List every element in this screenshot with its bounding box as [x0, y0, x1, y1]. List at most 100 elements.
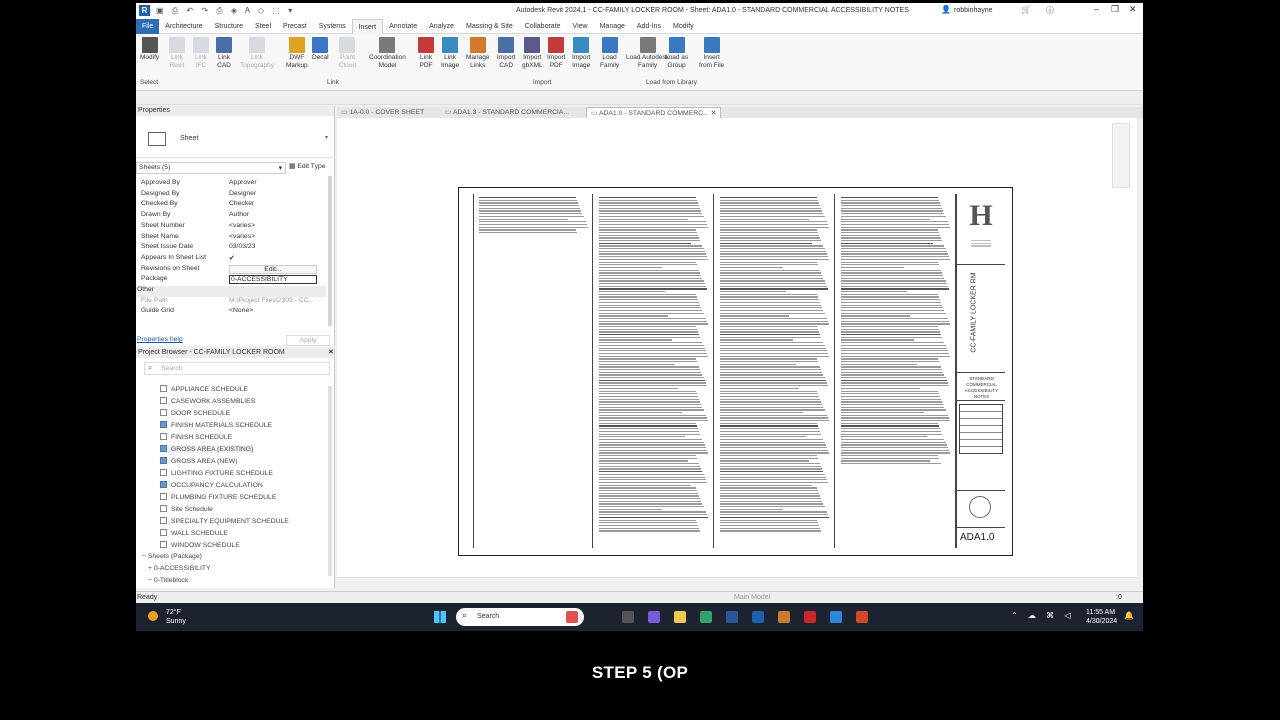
- tab-add-ins[interactable]: Add-Ins: [631, 19, 667, 34]
- link-revit-button[interactable]: Link Revit: [169, 37, 185, 69]
- browser-item[interactable]: SPECIALTY EQUIPMENT SCHEDULE: [160, 517, 289, 525]
- browser-item[interactable]: GROSS AREA (EXISTING): [160, 445, 254, 453]
- tab-insert[interactable]: Insert: [351, 18, 384, 34]
- property-row[interactable]: Checked By Checker: [136, 200, 326, 211]
- tab-architecture[interactable]: Architecture: [159, 19, 208, 34]
- tab-annotate[interactable]: Annotate: [383, 19, 423, 34]
- tab-file[interactable]: File: [136, 18, 160, 34]
- property-value[interactable]: 0-ACCESSIBILITY: [229, 275, 317, 285]
- property-value[interactable]: Checker: [229, 200, 254, 207]
- browser-group[interactable]: − 0-Titleblock: [148, 577, 188, 584]
- user-icon[interactable]: 👤: [941, 5, 951, 14]
- active-model[interactable]: Main Model: [734, 594, 770, 601]
- property-row[interactable]: Appears In Sheet List ✔: [136, 254, 326, 265]
- import-gbxml-button[interactable]: Import gbXML: [522, 37, 543, 69]
- browser-item[interactable]: WINDOW SCHEDULE: [160, 541, 240, 549]
- property-value[interactable]: M:\Project Files\2309 - CC...: [229, 297, 314, 304]
- property-value[interactable]: ✔: [229, 254, 235, 262]
- browser-item[interactable]: LIGHTING FIXTURE SCHEDULE: [160, 469, 273, 477]
- acrobat-icon[interactable]: [804, 611, 816, 623]
- instance-selector[interactable]: Sheets (5) ▾: [136, 162, 286, 174]
- tab-precast[interactable]: Precast: [277, 19, 313, 34]
- quick-access-toolbar[interactable]: ▣ ⎙ ↶ ↷ ⎙ ◈ A ◇ ⬚ ▾: [156, 6, 295, 16]
- browser-search[interactable]: ⌕ Search: [144, 362, 330, 375]
- tab-structure[interactable]: Structure: [209, 19, 249, 34]
- minimize-icon[interactable]: –: [1094, 4, 1099, 14]
- property-row[interactable]: Sheet Issue Date 03/03/23: [136, 243, 326, 254]
- link-cad-button[interactable]: Link CAD: [216, 37, 232, 69]
- search-input[interactable]: Search: [161, 365, 183, 372]
- chrome-icon[interactable]: [700, 611, 712, 623]
- insert-from-file-button[interactable]: Insert from File: [699, 37, 724, 69]
- manage-links-button[interactable]: Manage Links: [466, 37, 490, 69]
- taskbar-search[interactable]: ⌕ Search: [456, 608, 584, 626]
- type-selector[interactable]: Sheet ▾: [136, 118, 333, 158]
- tab-manage[interactable]: Manage: [594, 19, 631, 34]
- modify-button[interactable]: Modify: [140, 37, 159, 62]
- browser-item[interactable]: FINISH SCHEDULE: [160, 433, 232, 441]
- property-row[interactable]: Other: [136, 286, 326, 297]
- browser-item[interactable]: DOOR SCHEDULE: [160, 409, 230, 417]
- browser-close-icon[interactable]: ✕: [328, 348, 334, 356]
- property-value[interactable]: 03/03/23: [229, 243, 255, 250]
- browser-item[interactable]: CASEWORK ASSEMBLIES: [160, 397, 255, 405]
- property-value[interactable]: Approver: [229, 179, 257, 186]
- link-image-button[interactable]: Link Image: [441, 37, 459, 69]
- browser-item[interactable]: Site Schedule: [160, 505, 213, 513]
- weather-icon[interactable]: [148, 611, 158, 621]
- property-row[interactable]: Package 0-ACCESSIBILITY: [136, 275, 326, 286]
- import-image-button[interactable]: Import Image: [572, 37, 590, 69]
- tab-massing-site[interactable]: Massing & Site: [460, 19, 519, 34]
- dwf-markup-button[interactable]: DWF Markup: [286, 37, 308, 69]
- tab-close-icon[interactable]: ✕: [711, 110, 717, 117]
- property-row[interactable]: Approved By Approver: [136, 179, 326, 190]
- link-topography-button[interactable]: Link Topography: [240, 37, 274, 69]
- clock-time[interactable]: 11:55 AM: [1086, 609, 1115, 616]
- property-row[interactable]: Drawn By Author: [136, 211, 326, 222]
- sheet[interactable]: H CC-FAMILY LOCKER RM STANDARD COMMERCIA…: [458, 187, 1013, 556]
- notification-icon[interactable]: 🔔: [1124, 611, 1134, 620]
- property-value[interactable]: <None>: [229, 307, 253, 314]
- browser-item[interactable]: OCCUPANCY CALCULATION: [160, 481, 263, 489]
- cart-icon[interactable]: 🛒: [1021, 5, 1031, 14]
- tab-view[interactable]: View: [567, 19, 594, 34]
- link-pdf-button[interactable]: Link PDF: [418, 37, 434, 69]
- close-icon[interactable]: ✕: [1129, 4, 1137, 15]
- help-icon[interactable]: ⓘ: [1046, 5, 1054, 16]
- canvas-scrollbar-h[interactable]: [337, 577, 1137, 587]
- edit-type-button[interactable]: ▦ Edit Type: [289, 162, 326, 170]
- browser-group[interactable]: − Sheets (Package): [142, 553, 202, 560]
- property-value[interactable]: <varies>: [229, 233, 255, 240]
- import-pdf-button[interactable]: Import PDF: [547, 37, 565, 69]
- property-value[interactable]: <varies>: [229, 222, 255, 229]
- property-row[interactable]: Revisions on Sheet Edit...: [136, 264, 326, 276]
- tab-systems[interactable]: Systems: [313, 19, 352, 34]
- tab-analyze[interactable]: Analyze: [423, 19, 460, 34]
- browser-group[interactable]: + 0-ACCESSIBILITY: [148, 565, 211, 572]
- property-row[interactable]: Sheet Name <varies>: [136, 233, 326, 244]
- tab-steel[interactable]: Steel: [249, 19, 277, 34]
- navigation-bar[interactable]: [1112, 123, 1130, 188]
- property-value[interactable]: Designer: [229, 190, 256, 197]
- file-explorer-icon[interactable]: [674, 611, 686, 623]
- task-view-icon[interactable]: [622, 611, 634, 623]
- browser-item[interactable]: GROSS AREA (NEW): [160, 457, 237, 465]
- app-icon[interactable]: [778, 611, 790, 623]
- import-cad-button[interactable]: Import CAD: [497, 37, 515, 69]
- point-cloud-button[interactable]: Point Cloud: [339, 37, 356, 69]
- clock-date[interactable]: 4/30/2024: [1086, 618, 1117, 625]
- load-as-group-button[interactable]: Load as Group: [665, 37, 688, 69]
- taskbar-search-input[interactable]: Search: [477, 613, 499, 620]
- outlook-icon[interactable]: [830, 611, 842, 623]
- user-name[interactable]: robbinhayne: [954, 7, 993, 14]
- system-tray-icons[interactable]: ⌃ ☁ ⌘ ◁: [1011, 611, 1075, 620]
- decal-button[interactable]: Decal: [312, 37, 329, 62]
- teams-icon[interactable]: [648, 611, 660, 623]
- properties-scrollbar[interactable]: [328, 176, 332, 326]
- revit-icon[interactable]: [752, 611, 764, 623]
- browser-item[interactable]: FINISH MATERIALS SCHEDULE: [160, 421, 272, 429]
- property-row[interactable]: Sheet Number <varies>: [136, 222, 326, 233]
- group-select-label[interactable]: Select: [140, 79, 158, 86]
- app-icon[interactable]: [566, 611, 578, 623]
- property-row[interactable]: Designed By Designer: [136, 190, 326, 201]
